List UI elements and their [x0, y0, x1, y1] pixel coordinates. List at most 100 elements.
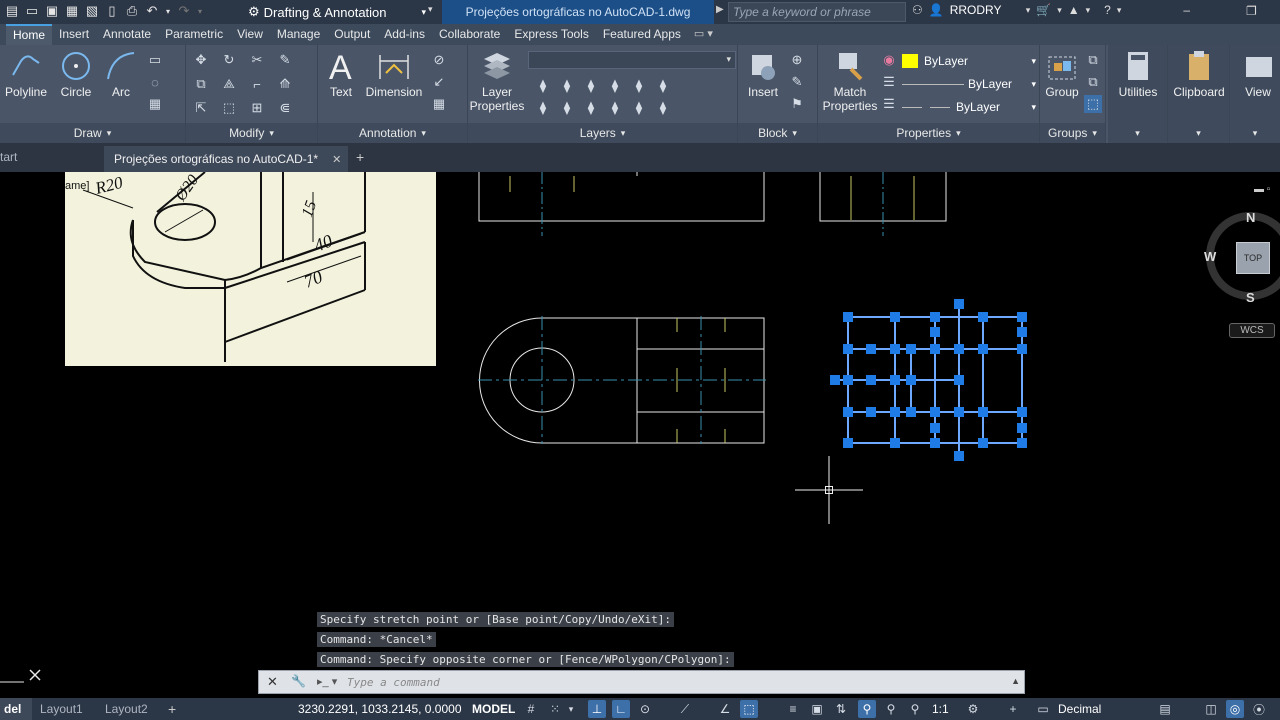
compass-west[interactable]: W	[1204, 249, 1216, 264]
transparency-icon[interactable]: ▣	[808, 700, 826, 718]
text-button[interactable]: A Text	[326, 49, 356, 99]
compass-north[interactable]: N	[1246, 210, 1255, 225]
tab-layout1[interactable]: Layout1	[36, 698, 87, 720]
insert-button[interactable]: Insert	[742, 49, 784, 99]
view-button[interactable]: View	[1236, 49, 1280, 99]
a360-dropdown-icon[interactable]: ▾	[1086, 5, 1091, 16]
export-icon[interactable]: ▧	[84, 3, 100, 19]
stretch-icon[interactable]: ⇱	[192, 99, 210, 117]
save-icon[interactable]: ▣	[44, 3, 60, 19]
a360-icon[interactable]: ▲	[1068, 3, 1080, 17]
redo-dropdown-icon[interactable]: ▾	[196, 3, 204, 19]
layer-walk-icon[interactable]: ⧫	[654, 99, 672, 117]
hardware-acceleration-icon[interactable]: ⦿	[1250, 700, 1268, 718]
layer-unisolate-icon[interactable]: ⧫	[558, 99, 576, 117]
tab-annotate[interactable]: Annotate	[96, 24, 158, 45]
layer-lock-icon[interactable]: ⧫	[606, 77, 624, 95]
wrench-icon[interactable]: 🔧	[291, 674, 306, 688]
layer-match-icon[interactable]: ⧫	[630, 77, 648, 95]
view-expand[interactable]: ▾	[1230, 123, 1280, 143]
polyline-button[interactable]: Polyline	[4, 49, 48, 99]
annotation-monitor-icon[interactable]: +	[1004, 700, 1022, 718]
tab-add-ins[interactable]: Add-ins	[377, 24, 432, 45]
title-arrow-icon[interactable]: ▶	[716, 4, 724, 15]
leader-icon[interactable]: ⊘	[430, 51, 448, 69]
search-input[interactable]: Type a keyword or phrase	[728, 2, 906, 22]
annotation-panel-title[interactable]: Annotation ▾	[318, 123, 467, 143]
layer-current-icon[interactable]: ⧫	[630, 99, 648, 117]
layer-isolate-icon[interactable]: ⧫	[558, 77, 576, 95]
redo-icon[interactable]: ↷	[176, 3, 192, 19]
help-dropdown-icon[interactable]: ▾	[1117, 5, 1122, 16]
selection-cycling-icon[interactable]: ⇅	[832, 700, 850, 718]
layer-previous-icon[interactable]: ⧫	[654, 77, 672, 95]
draw-panel-title[interactable]: Draw ▾	[0, 123, 185, 143]
rotate-icon[interactable]: ↻	[220, 51, 238, 69]
ribbon-minimize-icon[interactable]: ▭ ▾	[694, 24, 713, 45]
units-icon[interactable]: ▭	[1034, 700, 1052, 718]
match-properties-button[interactable]: Match Properties	[820, 49, 880, 113]
tab-featured-apps[interactable]: Featured Apps	[596, 24, 688, 45]
layers-panel-title[interactable]: Layers ▾	[468, 123, 737, 143]
clipboard-expand[interactable]: ▾	[1168, 123, 1229, 143]
move-icon[interactable]: ✥	[192, 51, 210, 69]
trim-icon[interactable]: ✂	[248, 51, 266, 69]
edit-block-icon[interactable]: ✎	[788, 73, 806, 91]
tab-layout2[interactable]: Layout2	[101, 698, 152, 720]
lock-ui-icon[interactable]: ◫	[1202, 700, 1220, 718]
qat-customize-icon[interactable]: ▾	[428, 4, 433, 15]
create-block-icon[interactable]: ⊕	[788, 51, 806, 69]
workspace-switch-icon[interactable]: ⚙	[964, 700, 982, 718]
fillet-icon[interactable]: ⌐	[248, 75, 266, 93]
layer-off-icon[interactable]: ⧫	[534, 77, 552, 95]
snap-dropdown-icon[interactable]: ▾	[566, 700, 576, 718]
rectangle-icon[interactable]: ▭	[146, 51, 164, 69]
add-layout-icon[interactable]: +	[164, 698, 180, 720]
top-view-partial[interactable]	[478, 172, 765, 236]
app-menu-icon[interactable]: ▤	[4, 3, 20, 19]
layer-thaw-icon[interactable]: ⧫	[582, 99, 600, 117]
ungroup-icon[interactable]: ⧉	[1084, 51, 1102, 69]
utilities-expand[interactable]: ▾	[1108, 123, 1167, 143]
workspace-select[interactable]: ⚙ Drafting & Annotation ▾	[248, 2, 426, 22]
undo-dropdown-icon[interactable]: ▾	[164, 3, 172, 19]
tab-output[interactable]: Output	[327, 24, 377, 45]
viewport-controls[interactable]: ▬ ▫	[1254, 184, 1280, 195]
close-command-line-icon[interactable]: ✕	[267, 674, 278, 690]
start-tab[interactable]: tart	[0, 150, 17, 164]
selected-side-view[interactable]	[830, 299, 1027, 461]
circle-button[interactable]: Circle	[56, 49, 96, 99]
snap-icon[interactable]: ⁙	[546, 700, 564, 718]
annotation-scale-icon[interactable]: ⚲	[906, 700, 924, 718]
file-tab[interactable]: Projeções ortográficas no AutoCAD-1* ✕	[104, 146, 348, 172]
undo-icon[interactable]: ↶	[144, 3, 160, 19]
tab-insert[interactable]: Insert	[52, 24, 96, 45]
isodraft-icon[interactable]: ⟋	[676, 700, 694, 718]
clipboard-button[interactable]: Clipboard	[1170, 49, 1228, 99]
quick-properties-icon[interactable]: ▤	[1156, 700, 1174, 718]
modify-panel-title[interactable]: Modify ▾	[186, 123, 317, 143]
layer-select[interactable]: ▾	[528, 51, 736, 69]
front-view[interactable]	[478, 316, 766, 444]
array-icon[interactable]: ⊞	[248, 99, 266, 117]
isolate-objects-icon[interactable]: ◎	[1226, 700, 1244, 718]
arc-button[interactable]: Arc	[104, 49, 138, 99]
side-view-partial[interactable]	[819, 172, 947, 236]
user-dropdown-icon[interactable]: ▾	[1026, 5, 1031, 16]
color-wheel-icon[interactable]: ◉	[880, 51, 898, 69]
lineweight-select[interactable]: ByLayer ▾	[902, 97, 1038, 117]
leader-edit-icon[interactable]: ↙	[430, 73, 448, 91]
ortho-icon[interactable]: ∟	[612, 700, 630, 718]
save-as-icon[interactable]: ▦	[64, 3, 80, 19]
scale-icon[interactable]: ⬚	[220, 99, 238, 117]
user-icon[interactable]: 👤	[929, 3, 944, 17]
utilities-button[interactable]: Utilities	[1110, 49, 1166, 99]
polar-tracking-icon[interactable]: ⊙	[636, 700, 654, 718]
layer-on-icon[interactable]: ⧫	[534, 99, 552, 117]
coordinates-readout[interactable]: 3230.2291, 1033.2145, 0.0000	[298, 702, 462, 716]
tab-collaborate[interactable]: Collaborate	[432, 24, 507, 45]
linetype-select[interactable]: ByLayer ▾	[902, 74, 1038, 94]
layer-freeze-icon[interactable]: ⧫	[582, 77, 600, 95]
explode-icon[interactable]: ⟰	[276, 75, 294, 93]
mirror-icon[interactable]: ⟁	[220, 75, 238, 93]
